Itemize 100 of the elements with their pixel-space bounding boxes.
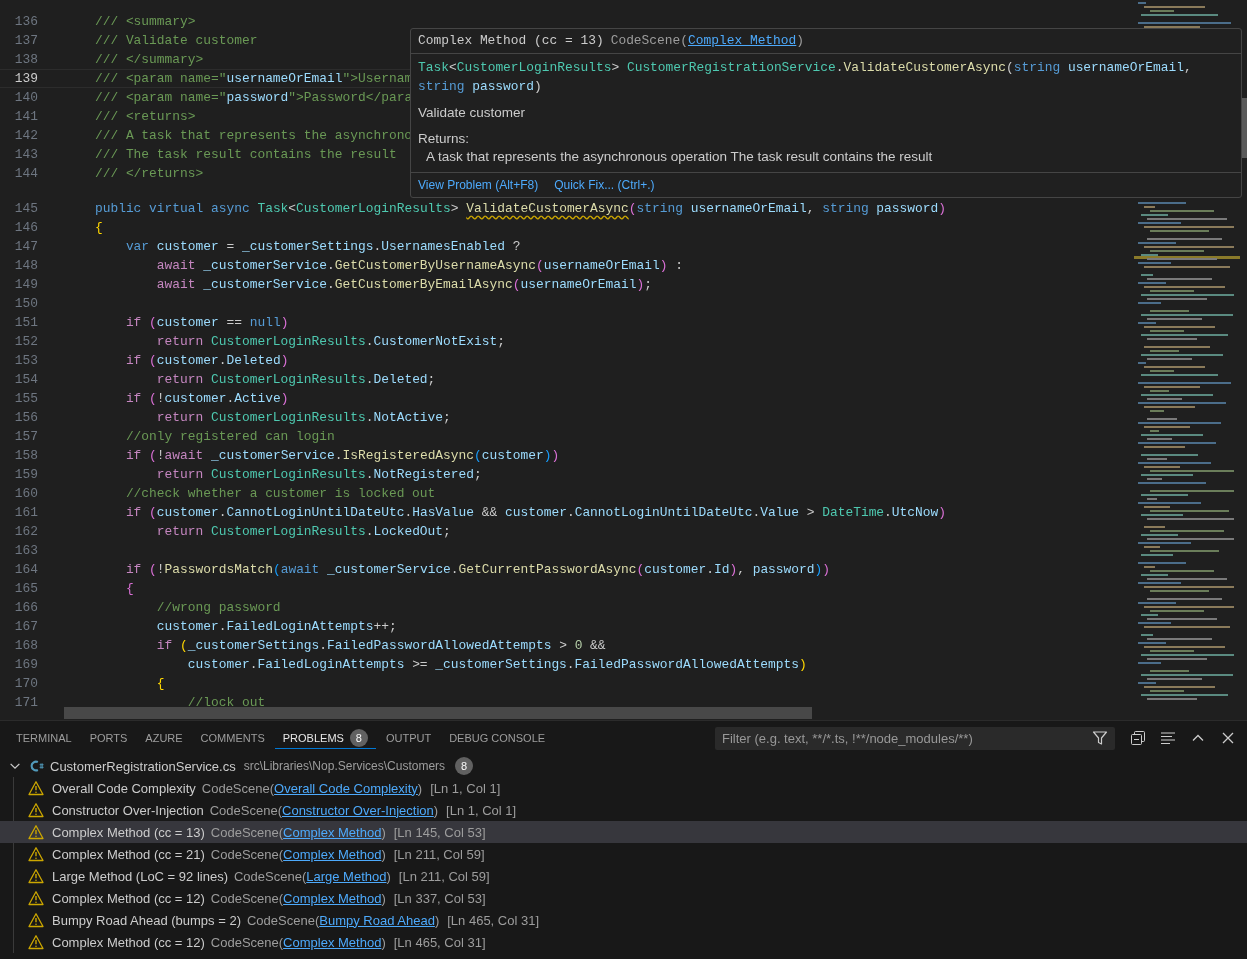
code-line: //lock out: [186, 694, 266, 712]
problem-item[interactable]: Complex Method (cc = 12) CodeScene(Complex Method) [Ln 465, Col 31]: [0, 931, 1247, 953]
code-line: {: [155, 675, 165, 693]
warning-icon: [28, 890, 44, 906]
code-line: //check whether a customer is locked out: [124, 485, 436, 503]
file-name[interactable]: CustomerRegistrationService.cs: [50, 758, 236, 774]
panel-tab[interactable]: PROBLEMS 8: [274, 727, 376, 749]
code-line: /// Validate customer: [93, 32, 258, 50]
problem-location: [Ln 465, Col 31]: [447, 912, 540, 928]
code-line: return CustomerLoginResults.NotRegistered;: [155, 466, 482, 484]
panel-tab[interactable]: OUTPUT: [377, 727, 440, 749]
panel-tab[interactable]: DEBUG CONSOLE: [441, 727, 554, 749]
line-number: 158: [13, 447, 38, 465]
line-number: 149: [13, 276, 38, 294]
line-number: 145: [13, 200, 38, 218]
line-number: 169: [13, 656, 38, 674]
code-line: /// </summary>: [93, 51, 204, 69]
line-number: 170: [13, 675, 38, 693]
hover-action-link[interactable]: Quick Fix... (Ctrl+.): [554, 176, 655, 194]
line-number: 167: [13, 618, 38, 636]
problem-item[interactable]: Complex Method (cc = 21) CodeScene(Complex Method) [Ln 211, Col 59]: [0, 843, 1247, 865]
line-number: 153: [13, 352, 38, 370]
panel-tab[interactable]: TERMINAL: [8, 727, 80, 749]
line-number: 147: [13, 238, 38, 256]
problem-message: Complex Method (cc = 12): [52, 890, 205, 906]
rule-link[interactable]: Complex Method: [283, 890, 382, 906]
line-number: 156: [13, 409, 38, 427]
line-number: 146: [13, 219, 38, 237]
warning-icon: [28, 824, 44, 840]
line-number: 157: [13, 428, 38, 446]
hover-title: Complex Method (cc = 13): [418, 33, 604, 48]
panel-tab[interactable]: AZURE: [137, 727, 191, 749]
problem-item[interactable]: Overall Code Complexity CodeScene(Overall Code Complexity) [Ln 1, Col 1]: [0, 777, 1247, 799]
problem-item[interactable]: Complex Method (cc = 13) CodeScene(Complex Method) [Ln 145, Col 53]: [0, 821, 1247, 843]
problem-location: [Ln 1, Col 1]: [446, 802, 517, 818]
code-line: /// <param name="usernameOrEmail">Usernam: [93, 70, 413, 87]
code-line: {: [93, 219, 103, 237]
code-line: return CustomerLoginResults.Deleted;: [155, 371, 436, 389]
rule-link[interactable]: Complex Method: [283, 846, 382, 862]
code-line: var customer = _customerSettings.UsernamesEnabled ?: [124, 238, 521, 256]
rule-link[interactable]: Complex Method: [283, 934, 382, 950]
line-number: 166: [13, 599, 38, 617]
rule-link[interactable]: Complex Method: [688, 33, 797, 48]
code-line: /// <summary>: [93, 13, 196, 31]
list-view-icon[interactable]: [1160, 730, 1176, 746]
line-number: 161: [13, 504, 38, 522]
rule-link[interactable]: Constructor Over-Injection: [282, 802, 434, 818]
line-number: 142: [13, 127, 38, 145]
code-line: if (!customer.Active): [124, 390, 289, 408]
problem-item[interactable]: Complex Method (cc = 12) CodeScene(Complex Method) [Ln 337, Col 53]: [0, 887, 1247, 909]
line-number: 150: [13, 295, 38, 313]
line-number: 151: [13, 314, 38, 332]
rule-link[interactable]: Bumpy Road Ahead: [319, 912, 435, 928]
problem-message: Constructor Over-Injection: [52, 802, 204, 818]
panel-tab[interactable]: COMMENTS: [192, 727, 273, 749]
problem-source: CodeScene(Complex Method): [210, 846, 386, 862]
problem-item[interactable]: Large Method (LoC = 92 lines) CodeScene(Large Method) [Ln 211, Col 59]: [0, 865, 1247, 887]
hover-description: Validate customer: [418, 104, 527, 122]
panel-tab[interactable]: PORTS: [81, 727, 136, 749]
line-number: 155: [13, 390, 38, 408]
problem-message: Overall Code Complexity: [52, 780, 196, 796]
code-line: customer.FailedLoginAttempts >= _customerSettings.FailedPasswordAllowedAttempts): [186, 656, 807, 674]
rule-link[interactable]: Complex Method: [283, 824, 382, 840]
problem-message: Complex Method (cc = 13): [52, 824, 205, 840]
code-line: customer.FailedLoginAttempts++;: [155, 618, 397, 636]
problem-location: [Ln 145, Col 53]: [393, 824, 486, 840]
problem-item[interactable]: Bumpy Road Ahead (bumps = 2) CodeScene(Bumpy Road Ahead) [Ln 465, Col 31]: [0, 909, 1247, 931]
line-number: 136: [13, 13, 38, 31]
problem-source: CodeScene(Complex Method): [610, 33, 805, 48]
code-line: /// <returns>: [93, 108, 196, 126]
count-badge: 8: [455, 757, 474, 775]
warning-icon: [28, 802, 44, 818]
line-number: 159: [13, 466, 38, 484]
rule-link[interactable]: Large Method: [306, 868, 387, 884]
rule-link[interactable]: Overall Code Complexity: [274, 780, 418, 796]
code-line: //only registered can login: [124, 428, 335, 446]
problem-location: [Ln 465, Col 31]: [393, 934, 486, 950]
code-line: /// </returns>: [93, 165, 204, 183]
line-number: 144: [13, 165, 38, 183]
line-number: 143: [13, 146, 38, 164]
collapse-all-icon[interactable]: [1130, 730, 1146, 746]
code-line: {: [124, 580, 134, 598]
code-line: return CustomerLoginResults.CustomerNotExist;: [155, 333, 505, 351]
problem-source: CodeScene(Bumpy Road Ahead): [247, 912, 440, 928]
code-line: //wrong password: [155, 599, 281, 617]
horizontal-scrollbar[interactable]: [64, 707, 812, 719]
code-line: /// The task result contains the result: [93, 146, 397, 164]
code-line: /// A task that represents the asynchrono: [93, 127, 413, 145]
filter-icon[interactable]: [1092, 729, 1108, 746]
hover-action-link[interactable]: View Problem (Alt+F8): [418, 176, 539, 194]
problem-location: [Ln 211, Col 59]: [398, 868, 490, 884]
close-icon[interactable]: [1220, 730, 1236, 746]
problem-source: CodeScene(Complex Method): [210, 890, 386, 906]
code-line: if (customer == null): [124, 314, 289, 332]
line-number: 152: [13, 333, 38, 351]
problem-item[interactable]: Constructor Over-Injection CodeScene(Constructor Over-Injection) [Ln 1, Col 1]: [0, 799, 1247, 821]
line-number: 165: [13, 580, 38, 598]
filter-field[interactable]: Filter (e.g. text, **/*.ts, !**/node_modules/**): [715, 726, 1115, 750]
count-badge: 8: [349, 728, 368, 747]
code-line: public virtual async Task<CustomerLoginResults> ValidateCustomerAsync(string usernameOrEmail, string password): [93, 200, 946, 218]
